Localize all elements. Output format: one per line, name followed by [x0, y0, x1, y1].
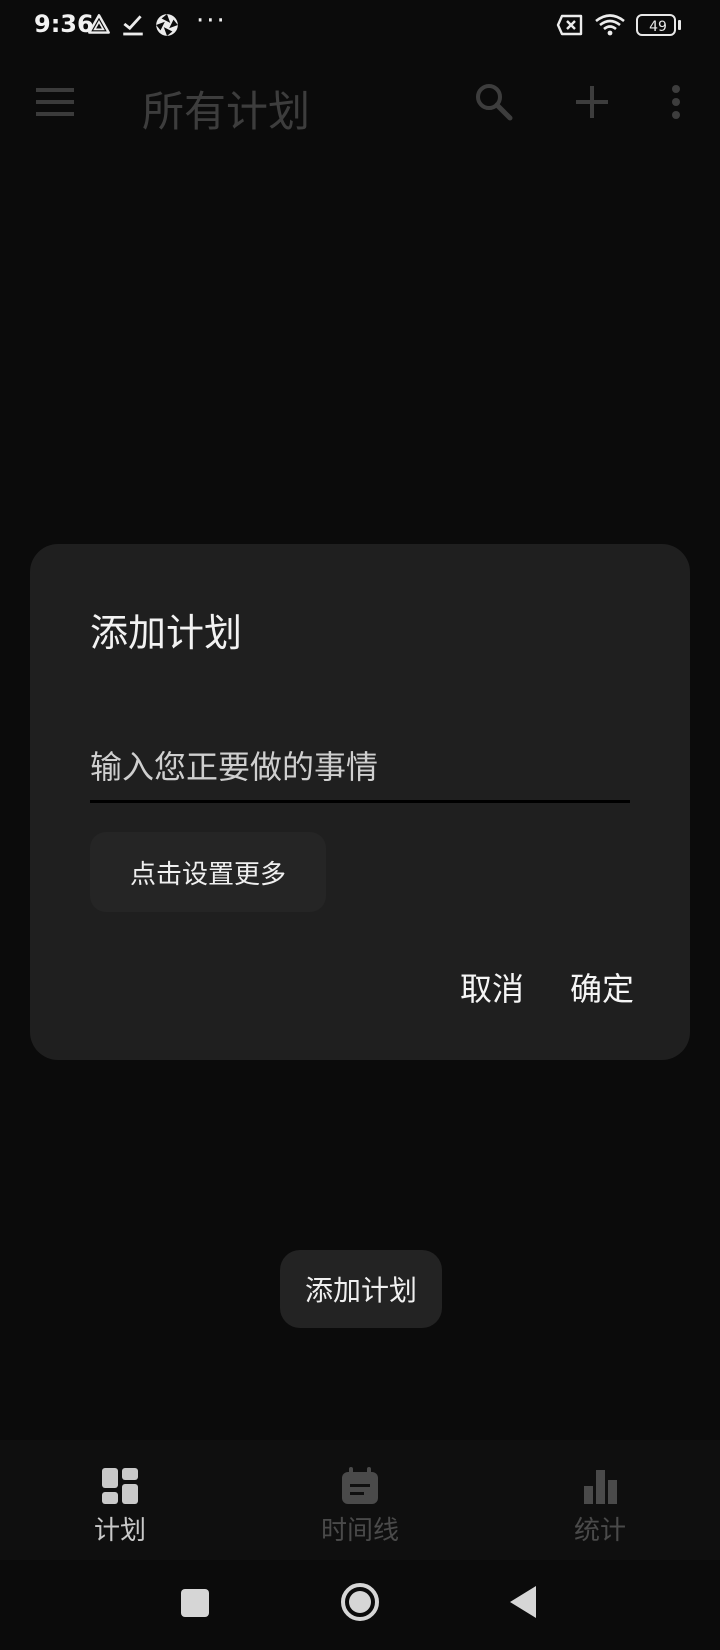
confirm-button[interactable]: 确定 [570, 964, 634, 1010]
add-icon[interactable] [572, 82, 612, 122]
bar-chart-icon [584, 1470, 617, 1504]
toast-message: 添加计划 [280, 1250, 442, 1328]
status-bar: 9:36 ··· 49 [0, 0, 720, 54]
calendar-note-icon [342, 1467, 378, 1504]
menu-icon[interactable] [36, 86, 76, 118]
battery-level: 49 [649, 19, 667, 35]
wifi-icon [595, 14, 625, 36]
app-bar [0, 58, 720, 154]
search-icon[interactable] [474, 82, 514, 122]
nav-label: 计划 [93, 1516, 146, 1546]
nav-label: 统计 [573, 1516, 626, 1546]
page-title: 所有计划 [142, 87, 311, 136]
aperture-icon [156, 14, 178, 36]
more-settings-button[interactable]: 点击设置更多 [90, 832, 326, 912]
battery-tip [678, 20, 681, 30]
more-vert-icon[interactable] [662, 82, 690, 122]
nav-label: 时间线 [320, 1516, 399, 1546]
back-icon[interactable] [508, 1584, 538, 1620]
home-icon[interactable] [340, 1582, 380, 1622]
dashboard-icon [102, 1468, 138, 1504]
dialog-title: 添加计划 [90, 611, 243, 655]
sim-disabled-icon [556, 14, 583, 36]
recents-icon[interactable] [180, 1588, 210, 1618]
cancel-button[interactable]: 取消 [460, 964, 524, 1010]
check-download-icon [123, 15, 143, 36]
nav-item-stats[interactable]: 统计 [530, 1460, 670, 1546]
plan-input[interactable] [90, 734, 630, 803]
status-time: 9:36 [34, 10, 94, 38]
battery-icon: 49 [636, 14, 676, 36]
nav-item-plans[interactable]: 计划 [50, 1460, 190, 1546]
location-triangle-icon [88, 14, 110, 34]
notification-overflow: ··· [196, 6, 227, 36]
nav-item-timeline[interactable]: 时间线 [290, 1460, 430, 1546]
